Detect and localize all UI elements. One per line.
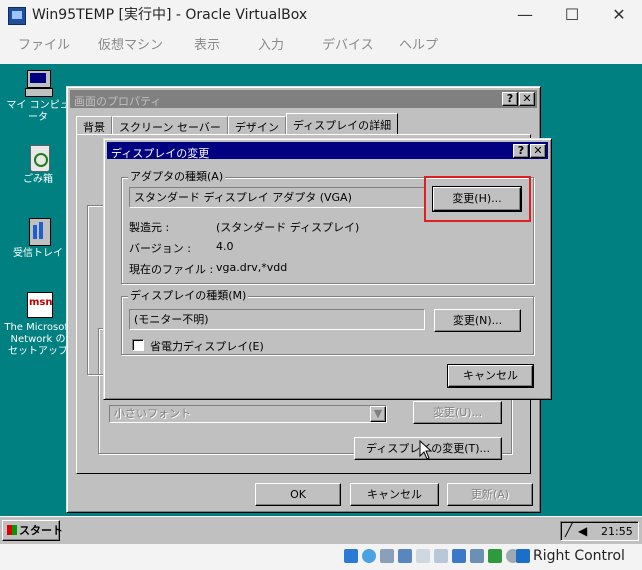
version-label: バージョン : xyxy=(129,242,191,255)
adapter-field: スタンダード ディスプレイ アダプタ (VGA) xyxy=(129,187,425,208)
menu-help[interactable]: ヘルプ xyxy=(399,38,438,54)
desktop-icon-msn[interactable]: msn The Microsoft Network の セットアップ xyxy=(3,290,73,358)
minimize-button[interactable]: — xyxy=(502,0,548,32)
desktop-icon-inbox[interactable]: 受信トレイ xyxy=(3,216,73,260)
files-label: 現在のファイル : xyxy=(129,263,214,276)
cpu-icon[interactable] xyxy=(488,549,502,563)
menu-view[interactable]: 表示 xyxy=(194,38,220,54)
menu-machine[interactable]: 仮想マシン xyxy=(98,38,163,54)
desktop-icon-my-computer[interactable]: マイ コンピュータ xyxy=(3,68,73,124)
menu-file[interactable]: ファイル xyxy=(18,38,70,54)
msn-icon: msn xyxy=(23,290,53,320)
display-icon[interactable] xyxy=(452,549,466,563)
inbox-icon xyxy=(23,216,53,246)
tab-strip: 背景 スクリーン セーバー デザイン ディスプレイの詳細 xyxy=(76,113,399,134)
properties-titlebar: 画面のプロパティ xyxy=(70,90,537,108)
recording-icon[interactable] xyxy=(470,549,484,563)
start-button[interactable]: スタート xyxy=(2,520,63,541)
system-tray: ╱ ◀ 21:55 xyxy=(560,521,639,541)
dialog-help-button[interactable]: ? xyxy=(513,144,529,158)
taskbar: スタート ╱ ◀ 21:55 xyxy=(0,516,642,544)
tab-screensaver[interactable]: スクリーン セーバー xyxy=(112,116,228,134)
windows-logo-icon xyxy=(7,525,17,535)
power-save-checkbox[interactable] xyxy=(132,339,144,351)
close-button[interactable]: ✕ xyxy=(596,0,642,32)
adapter-group-label: アダプタの種類(A) xyxy=(128,170,226,183)
menu-input[interactable]: 入力 xyxy=(258,38,284,54)
power-save-label: 省電力ディスプレイ(E) xyxy=(150,340,264,353)
font-size-select[interactable]: 小さいフォント xyxy=(109,405,387,423)
clock[interactable]: 21:55 xyxy=(601,525,633,538)
desktop-icon-label: The Microsoft Network の セットアップ xyxy=(4,322,72,357)
host-key-label: Right Control xyxy=(533,548,625,564)
ok-button[interactable]: OK xyxy=(255,483,341,506)
properties-title: 画面のプロパティ xyxy=(74,95,162,108)
volume-icon[interactable]: ◀ xyxy=(578,524,587,538)
dialog-cancel-button[interactable]: キャンセル xyxy=(447,364,534,388)
hdd-status-icon[interactable] xyxy=(344,549,358,563)
shared-folder-icon[interactable] xyxy=(434,549,448,563)
host-menubar xyxy=(0,32,642,62)
audio-icon[interactable] xyxy=(398,549,412,563)
chevron-down-icon[interactable]: ▼ xyxy=(370,406,386,422)
cancel-button[interactable]: キャンセル xyxy=(350,483,439,506)
mouse-cursor-icon xyxy=(419,440,433,460)
speaker-icon[interactable]: ╱ xyxy=(565,523,573,538)
monitor-change-button[interactable]: 変更(N)... xyxy=(434,309,521,332)
monitor-field: (モニター不明) xyxy=(129,309,425,330)
font-change-button[interactable]: 変更(U)... xyxy=(413,401,502,424)
dialog-close-button[interactable]: ✕ xyxy=(530,144,546,158)
version-value: 4.0 xyxy=(216,240,234,253)
host-window-title: Win95TEMP [実行中] - Oracle VirtualBox xyxy=(32,7,308,23)
optical-drive-icon[interactable] xyxy=(362,549,376,563)
keyboard-capture-icon[interactable] xyxy=(516,549,530,563)
apply-button[interactable]: 更新(A) xyxy=(447,483,533,506)
desktop-icon-label: ごみ箱 xyxy=(23,174,53,185)
maximize-button[interactable]: ☐ xyxy=(549,0,595,32)
dialog-title: ディスプレイの変更 xyxy=(111,147,210,160)
menu-devices[interactable]: デバイス xyxy=(322,38,374,54)
files-value: vga.drv,*vdd xyxy=(216,261,288,274)
help-button[interactable]: ? xyxy=(502,92,518,106)
virtualbox-icon xyxy=(8,7,26,25)
start-label: スタート xyxy=(19,524,63,537)
maker-label: 製造元 : xyxy=(129,221,170,234)
desktop-icon-recycle-bin[interactable]: ごみ箱 xyxy=(3,142,73,186)
desktop-icon-label: マイ コンピュータ xyxy=(6,100,70,123)
highlight-box xyxy=(424,176,531,222)
guest-desktop: マイ コンピュータ ごみ箱 受信トレイ msn The Microsoft Ne… xyxy=(0,64,642,544)
change-display-dialog: ディスプレイの変更 ? ✕ アダプタの種類(A) スタンダード ディスプレイ ア… xyxy=(103,138,552,400)
recycle-bin-icon xyxy=(23,142,53,172)
floppy-icon[interactable] xyxy=(380,549,394,563)
computer-icon xyxy=(23,68,53,98)
tab-background[interactable]: 背景 xyxy=(76,116,112,134)
tab-design[interactable]: デザイン xyxy=(227,116,286,134)
tab-display-details[interactable]: ディスプレイの詳細 xyxy=(285,113,399,134)
properties-close-button[interactable]: ✕ xyxy=(519,92,535,106)
dialog-titlebar: ディスプレイの変更 xyxy=(107,142,548,160)
desktop-icon-label: 受信トレイ xyxy=(13,248,63,259)
maker-value: (スタンダード ディスプレイ) xyxy=(216,221,360,234)
usb-icon[interactable] xyxy=(416,549,430,563)
monitor-group-label: ディスプレイの種類(M) xyxy=(128,289,249,302)
